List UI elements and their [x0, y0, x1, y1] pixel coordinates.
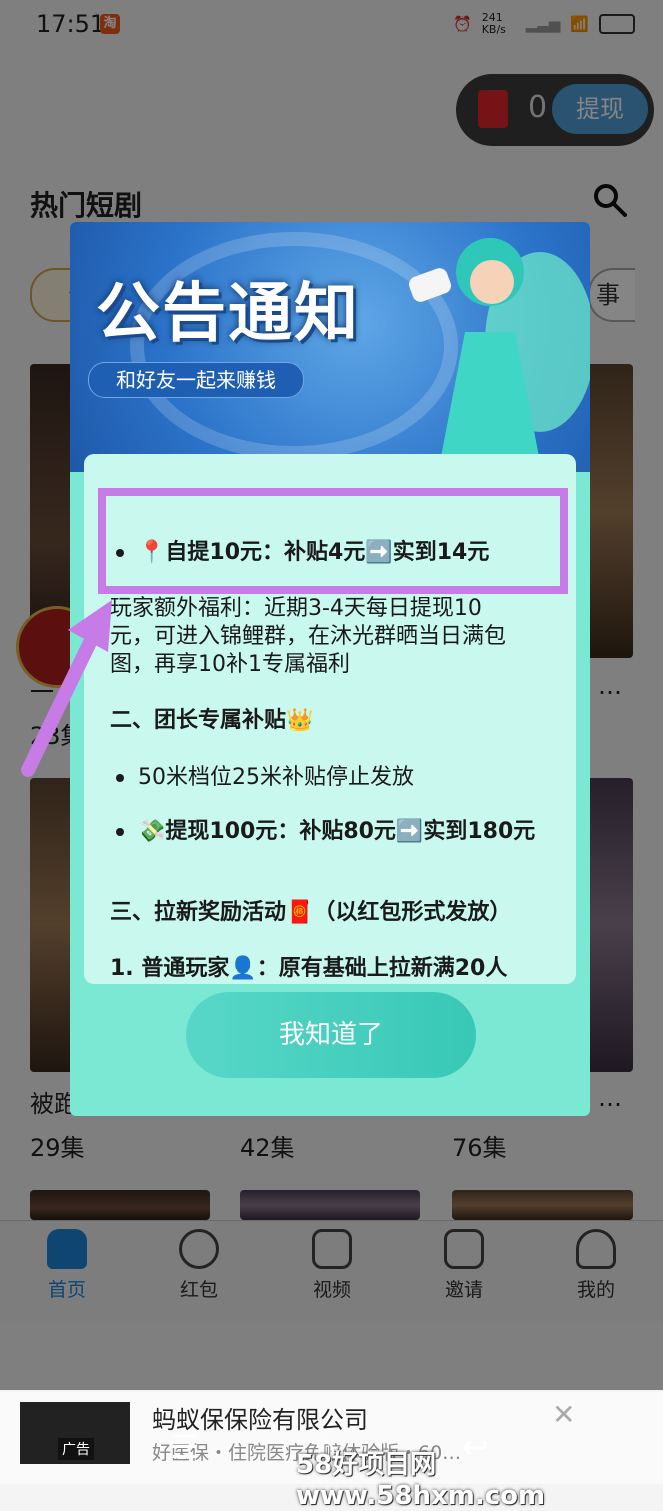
list-item: 50米档位25米补贴停止发放	[138, 765, 414, 790]
banner-subtitle: 和好友一起来赚钱	[88, 362, 304, 398]
section-heading: 二、团长专属补贴👑	[110, 708, 314, 733]
pointer-arrow-icon	[21, 600, 112, 777]
announcement-modal: 公告通知 和好友一起来赚钱 📍自提10元：补贴4元➡️实到14元 玩家额外福利：…	[70, 222, 590, 1116]
fairy-mascot-icon	[409, 238, 590, 462]
content-paragraph: 玩家额外福利：近期3-4天每日提现10	[110, 596, 482, 621]
menu-icon[interactable]: ☰	[170, 1428, 199, 1466]
section-heading: 三、拉新奖励活动🧧（以红包形式发放）	[110, 900, 512, 925]
bullet	[116, 828, 124, 836]
content-paragraph: 元，可进入锦鲤群，在沐光群晒当日满包	[110, 624, 507, 649]
close-icon[interactable]: ✕	[552, 1398, 575, 1431]
modal-banner: 公告通知 和好友一起来赚钱	[70, 222, 590, 472]
watermark: 58好项目网www.58hxm.com	[296, 1450, 546, 1511]
ad-tag: 广告	[58, 1438, 94, 1460]
acknowledge-button[interactable]: 我知道了	[186, 992, 476, 1078]
content-paragraph: 图，再享10补1专属福利	[110, 652, 350, 677]
list-item-cut: 1. 普通玩家👤：原有基础上拉新满20人	[110, 956, 508, 981]
list-item: 💸提现100元：补贴80元➡️实到180元	[138, 819, 536, 844]
highlight-box	[98, 488, 568, 594]
banner-title: 公告通知	[96, 277, 360, 351]
